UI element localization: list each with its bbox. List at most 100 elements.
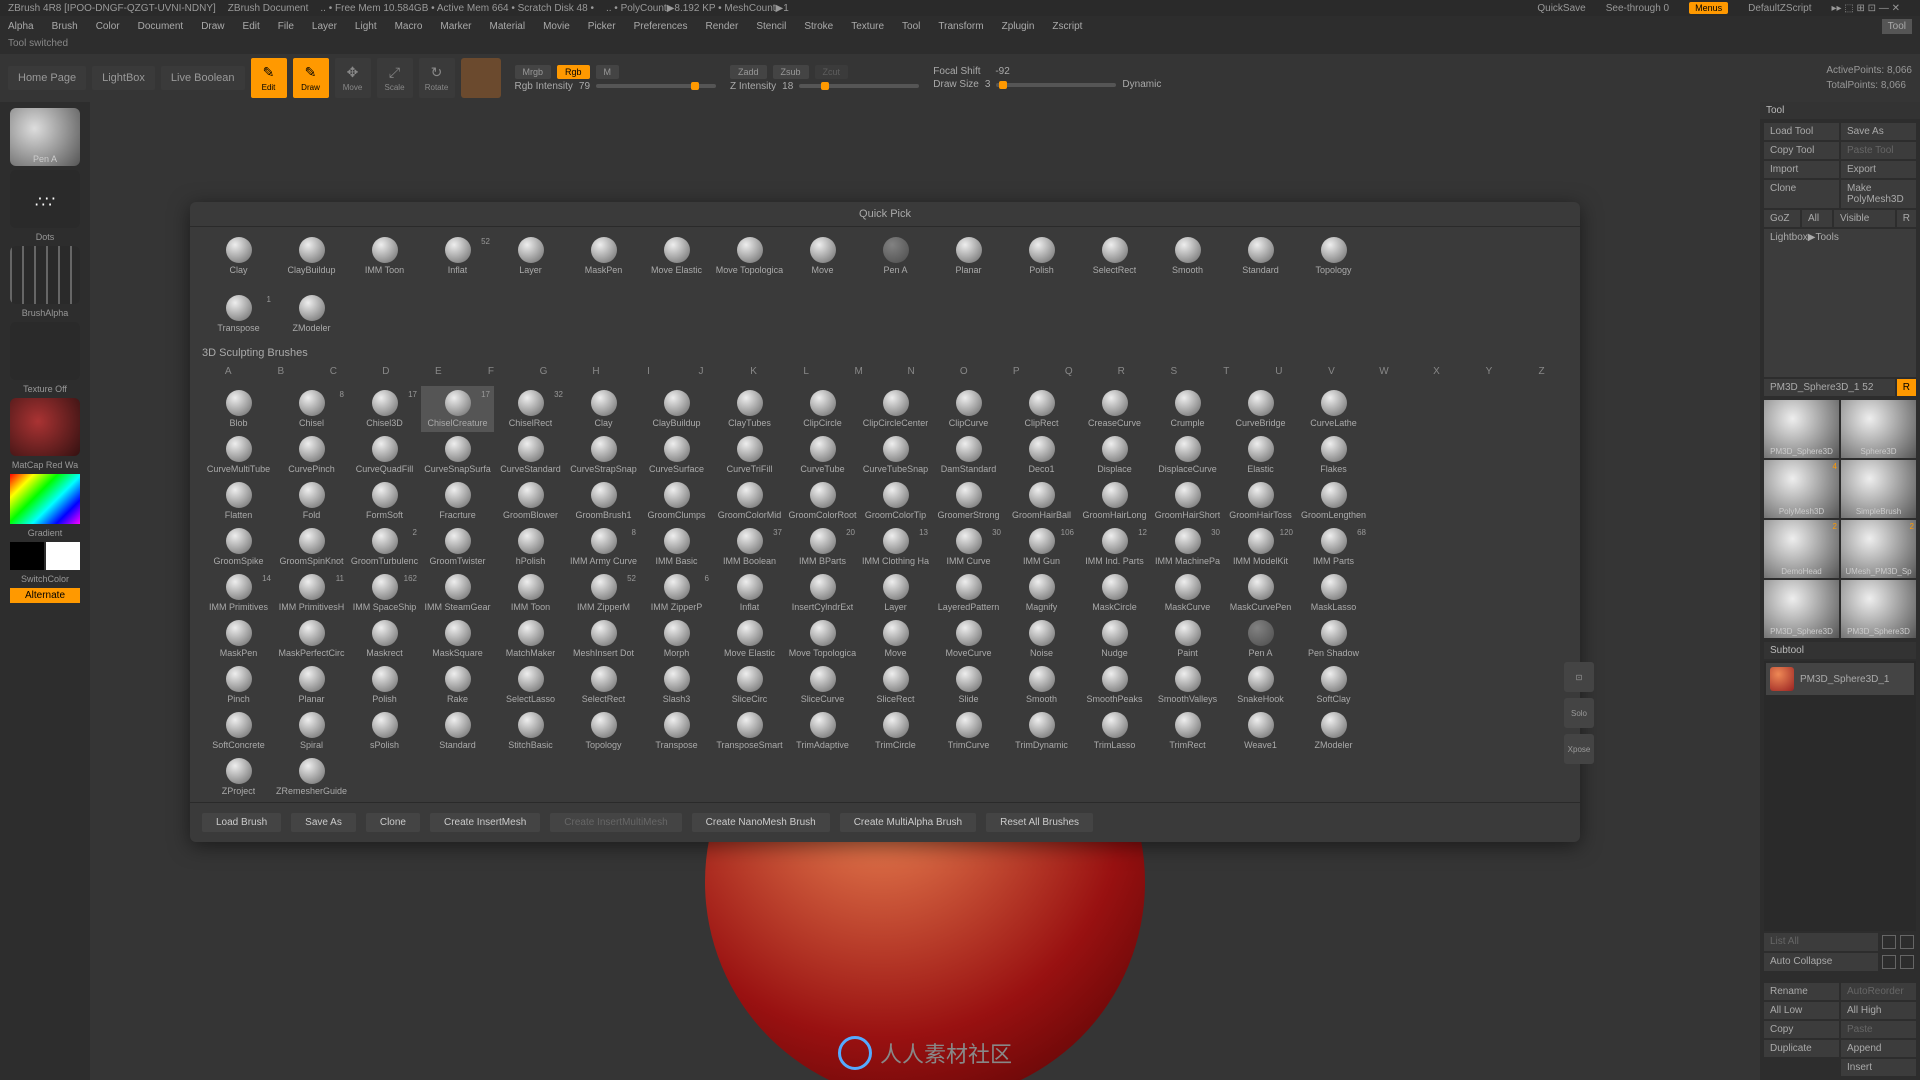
brush-curvestandard[interactable]: CurveStandard xyxy=(494,432,567,478)
subtool-list[interactable]: PM3D_Sphere3D_1 xyxy=(1764,661,1916,931)
menu-marker[interactable]: Marker xyxy=(440,21,471,32)
brush-imm-steamgear[interactable]: IMM SteamGear xyxy=(421,570,494,616)
rgb-button[interactable]: Rgb xyxy=(557,65,590,79)
brush-imm-ind.-parts[interactable]: IMM Ind. Parts12 xyxy=(1078,524,1151,570)
color-swatches[interactable] xyxy=(10,542,80,570)
brush-maskperfectcirc[interactable]: MaskPerfectCirc xyxy=(275,616,348,662)
alpha-filter-p[interactable]: P xyxy=(990,363,1043,380)
seethrough-slider[interactable]: See-through 0 xyxy=(1606,3,1669,14)
brush-layeredpattern[interactable]: LayeredPattern xyxy=(932,570,1005,616)
brush-trimdynamic[interactable]: TrimDynamic xyxy=(1005,708,1078,754)
arrow-down-icon[interactable] xyxy=(1900,955,1914,969)
brush-masklasso[interactable]: MaskLasso xyxy=(1297,570,1370,616)
brush-deco1[interactable]: Deco1 xyxy=(1005,432,1078,478)
brush-inflat[interactable]: Inflat xyxy=(713,570,786,616)
alpha-filter-t[interactable]: T xyxy=(1200,363,1253,380)
brush-flakes[interactable]: Flakes xyxy=(1297,432,1370,478)
brush-fracrture[interactable]: Fracrture xyxy=(421,478,494,524)
zadd-button[interactable]: Zadd xyxy=(730,65,767,79)
menu-picker[interactable]: Picker xyxy=(588,21,616,32)
brush-inflat[interactable]: Inflat52 xyxy=(421,233,494,279)
alpha-filter-w[interactable]: W xyxy=(1358,363,1411,380)
arrow-up-icon[interactable] xyxy=(1882,955,1896,969)
menu-material[interactable]: Material xyxy=(490,21,526,32)
brush-nudge[interactable]: Nudge xyxy=(1078,616,1151,662)
menu-brush[interactable]: Brush xyxy=(52,21,78,32)
menu-transform[interactable]: Transform xyxy=(938,21,983,32)
menu-edit[interactable]: Edit xyxy=(243,21,260,32)
alpha-filter-a[interactable]: A xyxy=(202,363,255,380)
zcut-button[interactable]: Zcut xyxy=(815,65,849,79)
brush-trimcircle[interactable]: TrimCircle xyxy=(859,708,932,754)
scale-mode-button[interactable]: ⤢Scale xyxy=(377,58,413,98)
brush-spiral[interactable]: Spiral xyxy=(275,708,348,754)
brush-flatten[interactable]: Flatten xyxy=(202,478,275,524)
create-insertmultimesh-button[interactable]: Create InsertMultiMesh xyxy=(550,813,681,832)
brush-blob[interactable]: Blob xyxy=(202,386,275,432)
menu-alpha[interactable]: Alpha xyxy=(8,21,34,32)
tool-thumb-pm3d_sphere3d[interactable]: PM3D_Sphere3D xyxy=(1841,580,1916,638)
alpha-filter-u[interactable]: U xyxy=(1253,363,1306,380)
brush-formsoft[interactable]: FormSoft xyxy=(348,478,421,524)
brush-imm-primitives[interactable]: IMM Primitives14 xyxy=(202,570,275,616)
brush-slicecirc[interactable]: SliceCirc xyxy=(713,662,786,708)
brush-pen-shadow[interactable]: Pen Shadow xyxy=(1297,616,1370,662)
brush-curvebridge[interactable]: CurveBridge xyxy=(1224,386,1297,432)
brush-clipcircle[interactable]: ClipCircle xyxy=(786,386,859,432)
brush-clay[interactable]: Clay xyxy=(202,233,275,279)
quicksave-button[interactable]: QuickSave xyxy=(1537,3,1585,14)
copy-subtool-button[interactable]: Copy xyxy=(1764,1021,1839,1038)
brush-move[interactable]: Move xyxy=(859,616,932,662)
brush-groomtwister[interactable]: GroomTwister xyxy=(421,524,494,570)
brush-clay[interactable]: Clay xyxy=(567,386,640,432)
alpha-filter-m[interactable]: M xyxy=(832,363,885,380)
brush-rake[interactable]: Rake xyxy=(421,662,494,708)
brush-planar[interactable]: Planar xyxy=(932,233,1005,279)
menu-preferences[interactable]: Preferences xyxy=(634,21,688,32)
brush-imm-zipperp[interactable]: IMM ZipperP6 xyxy=(640,570,713,616)
brush-groomerstrong[interactable]: GroomerStrong xyxy=(932,478,1005,524)
alpha-filter-n[interactable]: N xyxy=(885,363,938,380)
brush-polish[interactable]: Polish xyxy=(1005,233,1078,279)
brush-groomcolorroot[interactable]: GroomColorRoot xyxy=(786,478,859,524)
brush-slash3[interactable]: Slash3 xyxy=(640,662,713,708)
brush-maskcurve[interactable]: MaskCurve xyxy=(1151,570,1224,616)
brush-movecurve[interactable]: MoveCurve xyxy=(932,616,1005,662)
menu-texture[interactable]: Texture xyxy=(851,21,884,32)
menu-movie[interactable]: Movie xyxy=(543,21,570,32)
brush-chisel3d[interactable]: Chisel3D17 xyxy=(348,386,421,432)
alpha-selector[interactable] xyxy=(10,246,80,304)
brush-trimrect[interactable]: TrimRect xyxy=(1151,708,1224,754)
alpha-filter-v[interactable]: V xyxy=(1305,363,1358,380)
tool-thumb-umesh_pm3d_sp[interactable]: UMesh_PM3D_Sp2 xyxy=(1841,520,1916,578)
brush-matchmaker[interactable]: MatchMaker xyxy=(494,616,567,662)
make-polymesh-button[interactable]: Make PolyMesh3D xyxy=(1841,180,1916,208)
solo-button[interactable]: Solo xyxy=(1564,698,1594,728)
brush-trimadaptive[interactable]: TrimAdaptive xyxy=(786,708,859,754)
brush-chisel[interactable]: Chisel8 xyxy=(275,386,348,432)
brush-magnify[interactable]: Magnify xyxy=(1005,570,1078,616)
goz-visible-button[interactable]: Visible xyxy=(1834,210,1895,227)
tool-panel-header[interactable]: Tool xyxy=(1760,102,1920,119)
tool-thumb-sphere3d[interactable]: Sphere3D xyxy=(1841,400,1916,458)
menu-light[interactable]: Light xyxy=(355,21,377,32)
down-icon[interactable] xyxy=(1900,935,1914,949)
brush-slicecurve[interactable]: SliceCurve xyxy=(786,662,859,708)
alpha-filter-h[interactable]: H xyxy=(570,363,623,380)
brush-pen-a[interactable]: Pen A xyxy=(1224,616,1297,662)
brush-crumple[interactable]: Crumple xyxy=(1151,386,1224,432)
brush-transposesmart[interactable]: TransposeSmart xyxy=(713,708,786,754)
brush-move-topologica[interactable]: Move Topologica xyxy=(786,616,859,662)
brush-curvemultitube[interactable]: CurveMultiTube xyxy=(202,432,275,478)
menu-layer[interactable]: Layer xyxy=(312,21,337,32)
frame-button[interactable]: ⊡ xyxy=(1564,662,1594,692)
brush-planar[interactable]: Planar xyxy=(275,662,348,708)
subtool-header[interactable]: Subtool xyxy=(1764,642,1916,659)
brush-pen-a[interactable]: Pen A xyxy=(859,233,932,279)
brush-groomhairshort[interactable]: GroomHairShort xyxy=(1151,478,1224,524)
brush-smooth[interactable]: Smooth xyxy=(1151,233,1224,279)
lightbox-tools-button[interactable]: Lightbox▶Tools xyxy=(1764,229,1916,377)
autoreorder-button[interactable]: AutoReorder xyxy=(1841,983,1916,1000)
m-button[interactable]: M xyxy=(596,65,620,79)
brush-chiselrect[interactable]: ChiselRect32 xyxy=(494,386,567,432)
